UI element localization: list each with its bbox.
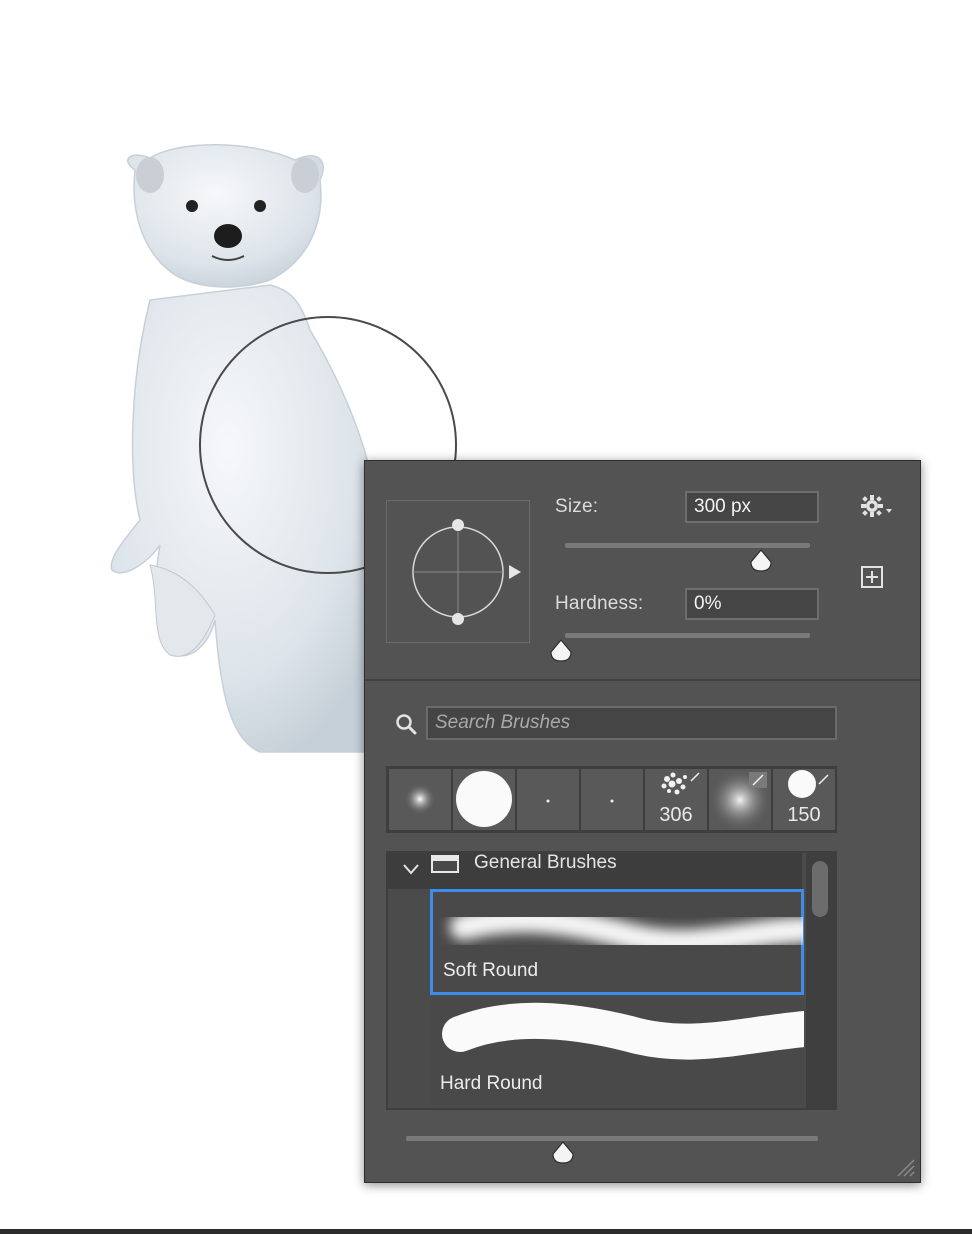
brush-tip-preview[interactable]	[386, 500, 530, 643]
new-preset-icon[interactable]	[860, 565, 884, 589]
bottom-edge-bar	[0, 1229, 972, 1234]
brush-group-general[interactable]: General Brushes	[388, 853, 802, 889]
size-input[interactable]: 300 px	[685, 491, 819, 523]
search-icon	[396, 714, 417, 735]
hardness-label: Hardness:	[555, 593, 644, 614]
chevron-down-icon[interactable]	[402, 862, 420, 876]
brush-item-label: Soft Round	[443, 960, 539, 981]
brush-preset-picker-panel: Size: 300 px Hardness: 0% Search Brushes…	[364, 460, 921, 1183]
preset-soft-airbrush[interactable]	[708, 768, 772, 832]
preset-count: 306	[659, 804, 693, 826]
preview-size-slider-thumb[interactable]	[551, 1141, 575, 1165]
size-slider-track[interactable]	[565, 543, 810, 548]
preset-hard-large[interactable]	[453, 769, 515, 830]
preset-hard-round[interactable]: 150	[773, 769, 835, 830]
hardness-slider-thumb[interactable]	[549, 639, 573, 663]
preset-soft-small[interactable]	[389, 769, 451, 830]
preset-dot-2[interactable]	[581, 769, 643, 830]
preset-count: 150	[787, 804, 821, 826]
brush-list-scrollbar[interactable]	[806, 853, 835, 1108]
search-brushes-input[interactable]: Search Brushes	[426, 706, 837, 740]
brush-item-soft-round[interactable]: Soft Round	[430, 889, 804, 995]
resize-grip-icon[interactable]	[892, 1154, 916, 1178]
preview-size-slider-track[interactable]	[406, 1136, 818, 1141]
scrollbar-thumb[interactable]	[812, 861, 828, 917]
gear-icon[interactable]	[860, 494, 894, 520]
brush-item-label: Hard Round	[440, 1073, 543, 1094]
brush-group-label: General Brushes	[474, 852, 617, 873]
recent-brush-presets: 306 150	[386, 766, 837, 833]
brush-item-hard-round[interactable]: Hard Round	[430, 999, 804, 1105]
size-slider-thumb[interactable]	[749, 549, 773, 573]
brush-list: General Brushes Soft Round Hard Round	[386, 851, 837, 1110]
hardness-slider-track[interactable]	[565, 633, 810, 638]
folder-icon	[431, 855, 459, 873]
preset-dot-1[interactable]	[517, 769, 579, 830]
hardness-input[interactable]: 0%	[685, 588, 819, 620]
size-label: Size:	[555, 496, 599, 517]
preset-spatter[interactable]: 306	[645, 769, 707, 830]
panel-divider	[365, 679, 920, 681]
